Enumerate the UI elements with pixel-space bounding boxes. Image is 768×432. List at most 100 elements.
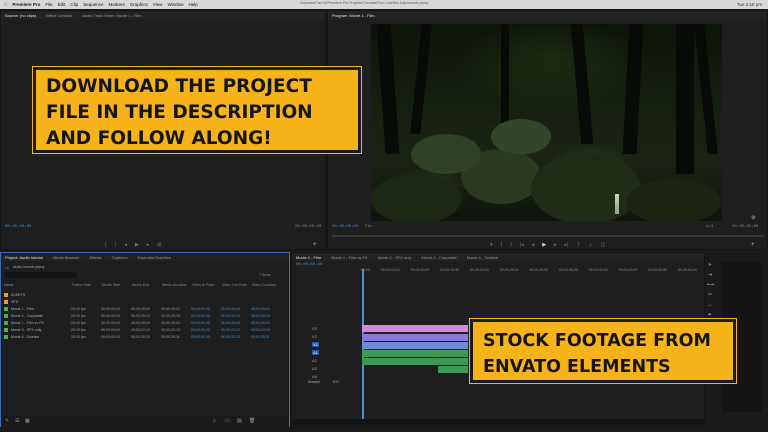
adjustment-layer-clip[interactable]: Adjustment Layer [362, 325, 468, 339]
mark-out-icon[interactable]: } [510, 242, 512, 248]
menu-window[interactable]: Window [167, 2, 183, 7]
tab-effects[interactable]: Effects [90, 255, 102, 260]
tab-essential-graphics[interactable]: Essential Graphics [137, 255, 170, 260]
track-select-tool-icon[interactable]: ⇥ [707, 272, 713, 278]
project-search-input[interactable] [5, 272, 77, 278]
pencil-icon[interactable]: ✎ [5, 418, 9, 424]
lift-icon[interactable]: ⇡ [576, 242, 580, 248]
video-clip-v1[interactable] [362, 342, 468, 349]
go-to-in-icon[interactable]: |◂ [520, 242, 524, 248]
pen-tool-icon[interactable]: ✒ [707, 312, 713, 318]
search-icon[interactable]: ⌕ [213, 418, 216, 424]
project-item-cell: 00;00;00;00 [101, 306, 120, 311]
menu-view[interactable]: View [153, 2, 163, 7]
step-forward-icon[interactable]: ▸ [147, 242, 150, 248]
col-media-duration[interactable]: Media Duration [162, 283, 192, 289]
project-item-row[interactable]: ASSETS [4, 291, 281, 298]
track-v2-label[interactable]: V2 [312, 334, 317, 339]
tab-effect-controls[interactable]: Effect Controls [46, 13, 72, 18]
insert-icon[interactable]: ⊞ [157, 242, 161, 248]
step-back-icon[interactable]: ◂ [124, 242, 127, 248]
audio-clip-a3[interactable] [438, 366, 468, 373]
tab-project[interactable]: Project: Audio tutorial [5, 255, 43, 260]
project-item-row[interactable]: Movie 4 - Tourism 25.00 fps 00;00;00;00 00;… [4, 333, 281, 340]
col-media-start[interactable]: Media Start [102, 283, 132, 289]
add-button-icon[interactable]: + [313, 242, 317, 248]
col-video-duration[interactable]: Video Duration [252, 283, 282, 289]
menu-help[interactable]: Help [188, 2, 197, 7]
wrench-icon[interactable]: ⚙ [751, 215, 755, 221]
col-name[interactable]: Name [4, 283, 72, 289]
video-clip-v2[interactable] [362, 334, 468, 341]
mark-in-icon[interactable]: { [105, 242, 107, 248]
tab-captions[interactable]: Captions [112, 255, 128, 260]
step-forward-icon[interactable]: ▸ [554, 242, 557, 248]
tab-sequence-corporate[interactable]: Movie 3 - Corporate [421, 255, 456, 260]
zoom-fit-select[interactable]: Fit [365, 225, 372, 229]
mark-in-icon[interactable]: { [501, 242, 503, 248]
track-v3-label[interactable]: V3 [312, 326, 317, 331]
apple-icon[interactable]:  [4, 2, 7, 7]
mark-out-icon[interactable]: } [115, 242, 117, 248]
marker-icon[interactable]: ▾ [490, 242, 493, 248]
resolution-select[interactable]: 1/4 [706, 225, 713, 229]
col-video-out[interactable]: Video Out Point [222, 283, 252, 289]
export-frame-icon[interactable]: ◫ [601, 242, 606, 248]
go-to-out-icon[interactable]: ▸| [565, 242, 569, 248]
menu-file[interactable]: File [45, 2, 52, 7]
master-level[interactable]: 0.0 [333, 379, 339, 384]
track-a3-label[interactable]: A3 [312, 366, 317, 371]
project-item-row[interactable]: SFX [4, 298, 281, 305]
audio-clip-a1[interactable] [362, 350, 468, 357]
project-item-row[interactable]: Movie 1 - Film vs FX 25.00 fps 00;00;00;00… [4, 319, 281, 326]
play-icon[interactable]: ▶ [542, 242, 546, 248]
tab-sequence-film-fx[interactable]: Movie 1 - Film vs FX [331, 255, 367, 260]
project-item-row[interactable]: Movie 3 - SFX only 25.00 fps 00;00;00;00 00… [4, 326, 281, 333]
selection-tool-icon[interactable]: ➤ [707, 262, 713, 268]
menu-clip[interactable]: Clip [70, 2, 78, 7]
menu-graphics[interactable]: Graphics [130, 2, 148, 7]
timeline-ruler[interactable]: 00;00 00;00;05;00 00;00;10;00 00;00;15;0… [361, 268, 697, 274]
source-timecode[interactable]: 00;00;00;00 [5, 225, 31, 229]
col-video-in[interactable]: Video In Point [192, 283, 222, 289]
col-media-end[interactable]: Media End [132, 283, 162, 289]
tab-media-browser[interactable]: Media Browser [53, 255, 80, 260]
step-back-icon[interactable]: ◂ [532, 242, 535, 248]
audio-clip-a2[interactable] [362, 358, 468, 365]
program-scrub-bar[interactable] [332, 235, 764, 237]
timeline-scrollbar[interactable] [292, 419, 704, 425]
ripple-tool-icon[interactable]: ⟷ [707, 282, 714, 288]
extract-icon[interactable]: ⇣ [589, 242, 593, 248]
ruler-tick: 00;00;25;00 [499, 268, 519, 272]
program-timecode[interactable]: 00;00;00;00 [332, 225, 358, 229]
tab-audio-mixer[interactable]: Audio Track Mixer: Movie 1 - Film [82, 13, 141, 18]
tab-sequence-film[interactable]: Movie 1 - Film [296, 255, 321, 260]
tab-source[interactable]: Source: (no clips) [5, 13, 36, 18]
timeline-timecode[interactable]: 00;00;00;00 [296, 263, 322, 267]
col-frame-rate[interactable]: Frame Rate [72, 283, 102, 289]
project-item-row[interactable]: Movie 2 - Corporate 25.00 fps 00;00;00;00 0… [4, 312, 281, 319]
track-a2-label[interactable]: A2 [312, 358, 317, 363]
project-item-row[interactable]: Movie 1 - Film 25.00 fps 00;00;00;00 00;00;… [4, 305, 281, 312]
list-view-icon[interactable]: ☰ [15, 418, 19, 424]
play-icon[interactable]: ▶ [135, 242, 139, 248]
track-a4-label[interactable]: A4 [312, 374, 317, 379]
track-a1-label[interactable]: A1 [312, 350, 319, 355]
tab-program[interactable]: Program: Movie 1 - Film [332, 13, 375, 18]
trash-icon[interactable]: 🗑 [249, 418, 255, 424]
menu-sequence[interactable]: Sequence [83, 2, 103, 7]
new-bin-icon[interactable]: ▭ [225, 418, 230, 424]
new-item-icon[interactable]: ▤ [237, 418, 242, 424]
tab-sequence-tourism[interactable]: Movie 4 - Tourism [467, 255, 499, 260]
tab-sequence-sfx[interactable]: Movie 2 - SFX only [378, 255, 412, 260]
app-menu[interactable]: Premiere Pro [12, 2, 40, 7]
track-v1-label[interactable]: V1 [312, 342, 319, 347]
menu-markers[interactable]: Markers [108, 2, 124, 7]
ruler-tick: 00;00;40;00 [588, 268, 608, 272]
icon-view-icon[interactable]: ▦ [25, 418, 30, 424]
project-item-cell: 00;00;22;13 [251, 327, 270, 332]
add-button-icon[interactable]: + [751, 242, 755, 248]
menu-edit[interactable]: Edit [58, 2, 66, 7]
razor-tool-icon[interactable]: ✂ [707, 292, 713, 298]
slip-tool-icon[interactable]: ↔ [707, 302, 713, 308]
